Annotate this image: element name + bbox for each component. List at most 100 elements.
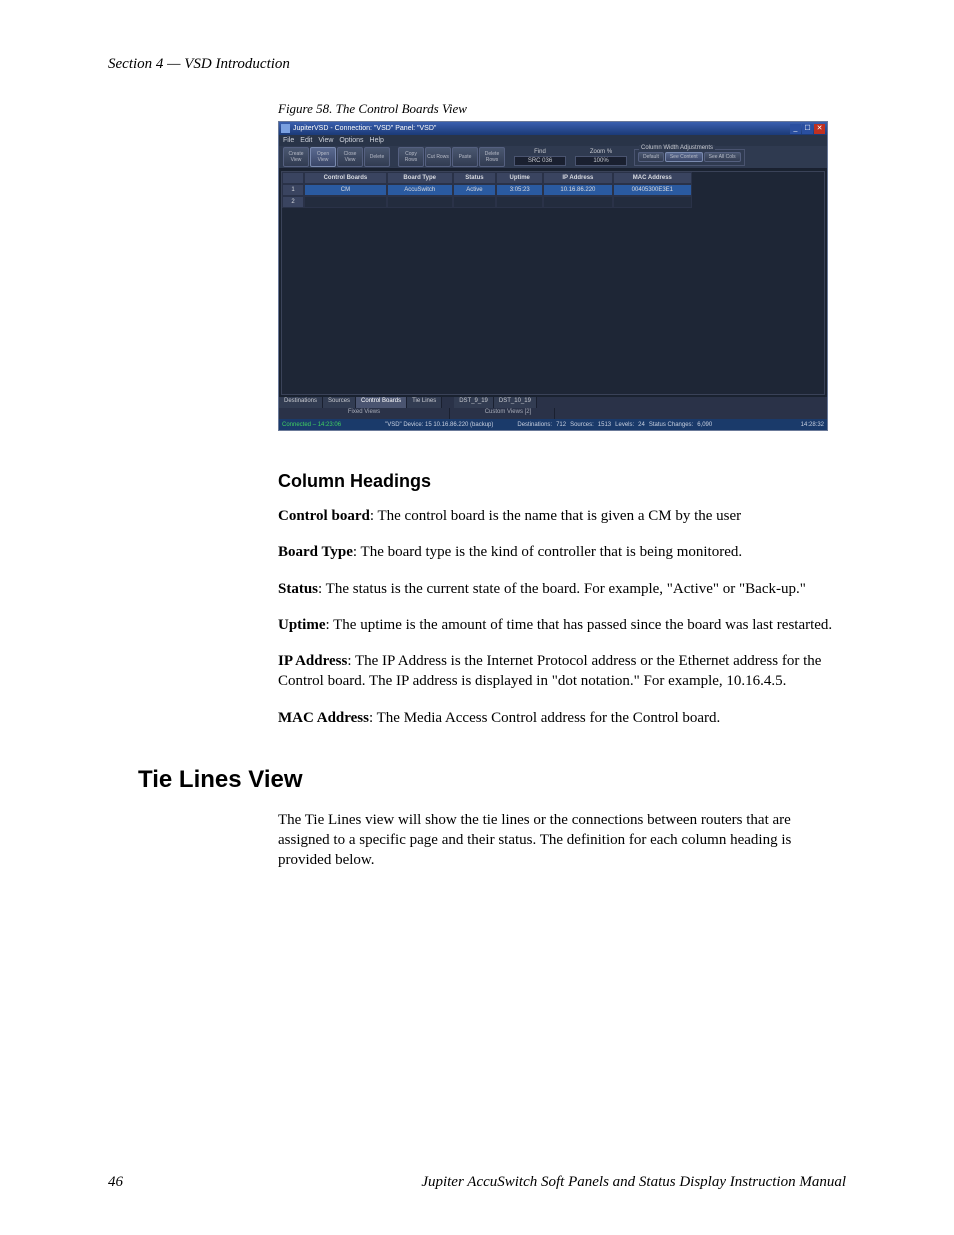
- menu-help[interactable]: Help: [370, 137, 384, 144]
- cell-status: [453, 196, 497, 208]
- status-dest-label: Destinations:: [517, 422, 552, 428]
- column-width-label: Column Width Adjustments: [639, 145, 715, 151]
- col-see-all-button[interactable]: See All Cols: [704, 152, 741, 162]
- maximize-button[interactable]: ☐: [802, 124, 813, 134]
- def-status: : The status is the current state of the…: [318, 581, 806, 597]
- term-board-type: Board Type: [278, 544, 353, 560]
- term-status: Status: [278, 581, 318, 597]
- cell-board-type: AccuSwitch: [387, 184, 453, 196]
- find-input[interactable]: SRC 036: [514, 156, 566, 166]
- paste-button[interactable]: Paste: [452, 147, 478, 167]
- paragraph-board-type: Board Type: The board type is the kind o…: [278, 542, 846, 562]
- cell-mac: 00405300E3E1: [613, 184, 692, 196]
- menu-options[interactable]: Options: [339, 137, 363, 144]
- tab-dst-9-19[interactable]: DST_9_19: [454, 397, 494, 408]
- menu-file[interactable]: File: [283, 137, 294, 144]
- col-default-button[interactable]: Default: [638, 152, 664, 162]
- status-lvl-value: 24: [638, 422, 645, 428]
- menu-view[interactable]: View: [318, 137, 333, 144]
- paragraph-status: Status: The status is the current state …: [278, 579, 846, 599]
- tab-sources[interactable]: Sources: [323, 397, 356, 408]
- status-dest-value: 712: [556, 422, 566, 428]
- status-time: 14:28:32: [801, 422, 824, 428]
- find-label: Find: [534, 149, 546, 155]
- minimize-button[interactable]: _: [790, 124, 801, 134]
- paragraph-tie-lines: The Tie Lines view will show the tie lin…: [278, 810, 846, 871]
- menu-edit[interactable]: Edit: [300, 137, 312, 144]
- def-mac: : The Media Access Control address for t…: [369, 710, 720, 726]
- zoom-label: Zoom %: [590, 149, 612, 155]
- tie-lines-view-title: Tie Lines View: [138, 766, 846, 794]
- column-headings-title: Column Headings: [278, 471, 846, 492]
- table-area: Control Boards Board Type Status Uptime …: [281, 171, 825, 395]
- menu-bar: File Edit View Options Help: [279, 135, 827, 146]
- close-button[interactable]: ✕: [814, 124, 825, 134]
- page-footer: 46 Jupiter AccuSwitch Soft Panels and St…: [108, 1174, 846, 1191]
- def-control-board: : The control board is the name that is …: [370, 508, 741, 524]
- term-ip: IP Address: [278, 653, 347, 669]
- def-ip: : The IP Address is the Internet Protoco…: [278, 653, 821, 689]
- bottom-tabs: Destinations Sources Control Boards Tie …: [279, 397, 827, 408]
- status-src-label: Sources:: [570, 422, 594, 428]
- tab-control-boards[interactable]: Control Boards: [356, 397, 407, 408]
- row-index: 1: [282, 184, 304, 196]
- paragraph-ip: IP Address: The IP Address is the Intern…: [278, 651, 846, 692]
- cell-control-board: CM: [304, 184, 387, 196]
- col-header-uptime[interactable]: Uptime: [496, 172, 543, 184]
- cell-mac: [613, 196, 692, 208]
- col-header-mac[interactable]: MAC Address: [613, 172, 692, 184]
- tab-destinations[interactable]: Destinations: [279, 397, 323, 408]
- col-header-ip[interactable]: IP Address: [543, 172, 613, 184]
- status-device: "VSD" Device: 15 10.16.86.220 (backup): [385, 422, 493, 428]
- close-view-button[interactable]: Close View: [337, 147, 363, 167]
- table-row[interactable]: 2: [282, 196, 692, 208]
- term-control-board: Control board: [278, 508, 370, 524]
- col-header-status[interactable]: Status: [453, 172, 497, 184]
- cell-uptime: [496, 196, 543, 208]
- cut-rows-button[interactable]: Cut Rows: [425, 147, 451, 167]
- delete-button[interactable]: Delete: [364, 147, 390, 167]
- cell-uptime: 3:05:23: [496, 184, 543, 196]
- create-view-button[interactable]: Create View: [283, 147, 309, 167]
- zoom-input[interactable]: 100%: [575, 156, 627, 166]
- section-header: Section 4 — VSD Introduction: [108, 56, 846, 73]
- toolbar: Create View Open View Close View Delete …: [279, 146, 827, 169]
- cell-ip: [543, 196, 613, 208]
- open-view-button[interactable]: Open View: [310, 147, 336, 167]
- status-lvl-label: Levels:: [615, 422, 634, 428]
- paragraph-mac: MAC Address: The Media Access Control ad…: [278, 708, 846, 728]
- term-uptime: Uptime: [278, 617, 326, 633]
- column-width-group: Column Width Adjustments Default See Con…: [634, 149, 745, 166]
- window-title: JupiterVSD - Connection: "VSD" Panel: "V…: [293, 125, 790, 132]
- window-titlebar: JupiterVSD - Connection: "VSD" Panel: "V…: [279, 122, 827, 135]
- figure-caption: Figure 58. The Control Boards View: [278, 101, 846, 117]
- def-uptime: : The uptime is the amount of time that …: [326, 617, 833, 633]
- app-screenshot: JupiterVSD - Connection: "VSD" Panel: "V…: [278, 121, 828, 431]
- cell-status: Active: [453, 184, 497, 196]
- col-header-blank[interactable]: [282, 172, 304, 184]
- cell-board-type: [387, 196, 453, 208]
- copy-rows-button[interactable]: Copy Rows: [398, 147, 424, 167]
- status-bar: Connected – 14:23:06 "VSD" Device: 15 10…: [279, 419, 827, 430]
- col-header-control-boards[interactable]: Control Boards: [304, 172, 387, 184]
- table-row[interactable]: 1 CM AccuSwitch Active 3:05:23 10.16.86.…: [282, 184, 692, 196]
- delete-rows-button[interactable]: Delete Rows: [479, 147, 505, 167]
- tab-tie-lines[interactable]: Tie Lines: [407, 397, 442, 408]
- status-changes-value: 6,090: [697, 422, 712, 428]
- footer-manual-title: Jupiter AccuSwitch Soft Panels and Statu…: [421, 1174, 846, 1191]
- cell-control-board: [304, 196, 387, 208]
- tab-dst-10-19[interactable]: DST_10_19: [494, 397, 537, 408]
- control-boards-table: Control Boards Board Type Status Uptime …: [282, 172, 692, 208]
- fixed-views-label: Fixed Views: [279, 408, 450, 419]
- bottom-tabs-labels: Fixed Views Custom Views [2]: [279, 408, 827, 419]
- paragraph-control-board: Control board: The control board is the …: [278, 506, 846, 526]
- col-header-board-type[interactable]: Board Type: [387, 172, 453, 184]
- col-see-content-button[interactable]: See Content: [665, 152, 703, 162]
- status-connected: Connected – 14:23:06: [282, 422, 341, 428]
- custom-views-label: Custom Views [2]: [462, 408, 555, 419]
- page-number: 46: [108, 1174, 123, 1191]
- row-index: 2: [282, 196, 304, 208]
- def-board-type: : The board type is the kind of controll…: [353, 544, 742, 560]
- paragraph-uptime: Uptime: The uptime is the amount of time…: [278, 615, 846, 635]
- app-icon: [281, 124, 290, 133]
